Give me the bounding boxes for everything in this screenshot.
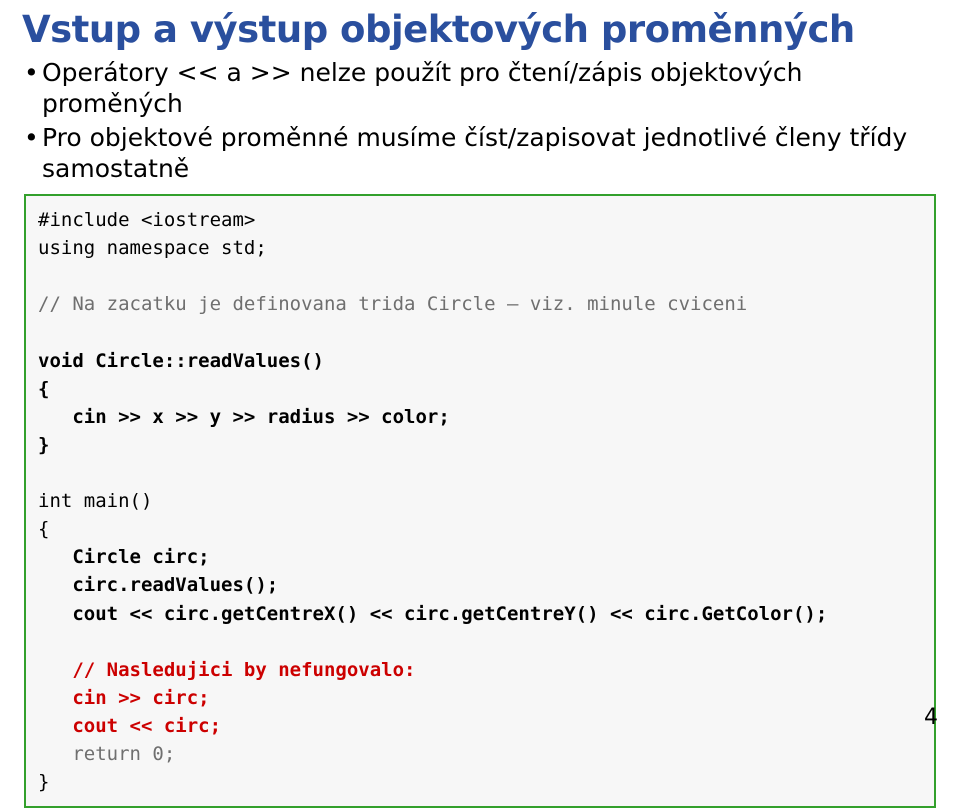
code-line-bold: cin >> x >> y >> radius >> color; bbox=[38, 406, 450, 428]
code-line: int main() bbox=[38, 490, 152, 512]
slide-title: Vstup a výstup objektových proměnných bbox=[22, 8, 938, 51]
code-line: { bbox=[38, 518, 49, 540]
code-line-error: cin >> circ; bbox=[38, 687, 210, 709]
code-line-bold: void Circle::readValues() bbox=[38, 350, 324, 372]
list-item: Operátory << a >> nelze použít pro čtení… bbox=[22, 57, 938, 120]
bullet-list: Operátory << a >> nelze použít pro čtení… bbox=[22, 57, 938, 184]
code-line: using namespace std; bbox=[38, 237, 267, 259]
code-line: } bbox=[38, 771, 49, 793]
page-number: 4 bbox=[924, 705, 938, 730]
code-line-bold: circ.readValues(); bbox=[38, 574, 278, 596]
slide: Vstup a výstup objektových proměnných Op… bbox=[0, 0, 960, 808]
code-line-bold: Circle circ; bbox=[38, 546, 210, 568]
code-line: #include <iostream> bbox=[38, 209, 255, 231]
code-block: #include <iostream> using namespace std;… bbox=[24, 194, 936, 808]
code-line-bold: { bbox=[38, 378, 49, 400]
code-line-bold: cout << circ.getCentreX() << circ.getCen… bbox=[38, 603, 827, 625]
code-comment-error: // Nasledujici by nefungovalo: bbox=[38, 659, 416, 681]
code-line-bold: } bbox=[38, 434, 49, 456]
code-comment: // Na zacatku je definovana trida Circle… bbox=[38, 293, 747, 315]
list-item: Pro objektové proměnné musíme číst/zapis… bbox=[22, 122, 938, 185]
code-line-grey: return 0; bbox=[38, 743, 175, 765]
code-line-error: cout << circ; bbox=[38, 715, 221, 737]
